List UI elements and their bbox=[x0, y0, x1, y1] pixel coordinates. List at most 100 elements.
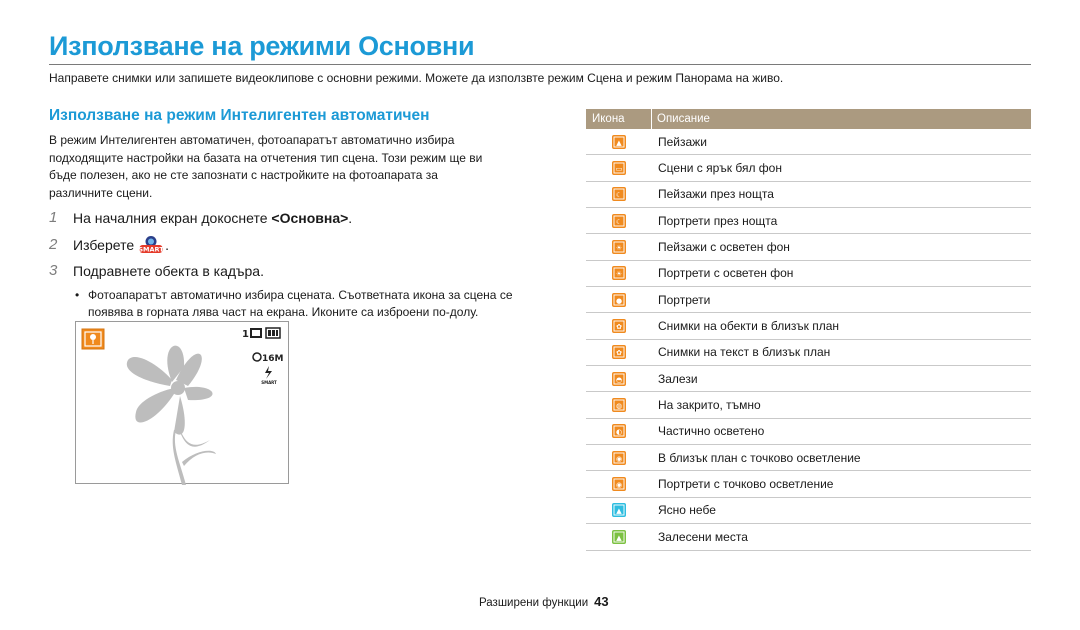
section-heading: Използване на режим Интелигентен автомат… bbox=[49, 107, 430, 124]
icon-cell: ▲ bbox=[586, 134, 652, 149]
table-row: ◉ Портрети с точково осветление bbox=[586, 471, 1031, 498]
description-cell: На закрито, тъмно bbox=[658, 398, 761, 413]
table-row: ▭ Сцени с ярък бял фон bbox=[586, 155, 1031, 182]
table-row: ▲ Залесени места bbox=[586, 524, 1031, 551]
svg-text:☀: ☀ bbox=[616, 244, 622, 252]
svg-text:▲: ▲ bbox=[616, 507, 622, 515]
svg-text:◐: ◐ bbox=[616, 428, 622, 436]
spotlight-portrait-icon: ◉ bbox=[612, 477, 626, 492]
icon-cell: ◉ bbox=[586, 477, 652, 492]
description-cell: Портрети с осветен фон bbox=[658, 266, 794, 281]
flash-label: SMART bbox=[261, 380, 277, 385]
step-1: 1 На началния екран докоснете <Основна>. bbox=[49, 209, 352, 226]
size-label: 16M bbox=[262, 354, 284, 364]
svg-text:▲: ▲ bbox=[616, 534, 622, 542]
scene-icon-table: Икона Описание ▲ Пейзажи ▭ Сцени с ярък бял… bbox=[586, 109, 1031, 551]
icon-cell: ◍ bbox=[586, 398, 652, 413]
step-2: 2 Изберете SMART . bbox=[49, 235, 170, 254]
table-row: ◐ Частично осветено bbox=[586, 419, 1031, 446]
table-row: ✿ Снимки на текст в близък план bbox=[586, 340, 1031, 367]
icon-cell: ◐ bbox=[586, 424, 652, 439]
table-body: ▲ Пейзажи ▭ Сцени с ярък бял фон ☾ Пейзажи пр… bbox=[586, 129, 1031, 551]
step-number: 1 bbox=[49, 209, 58, 226]
bullet-note: Фотоапаратът автоматично избира сцената.… bbox=[75, 287, 515, 321]
title-divider bbox=[49, 64, 1031, 65]
backlight-landscape-icon: ☀ bbox=[612, 240, 626, 255]
section-body: В режим Интелигентен автоматичен, фотоап… bbox=[49, 133, 483, 200]
page-title: Използване на режими Основни bbox=[49, 31, 475, 61]
svg-text:☾: ☾ bbox=[616, 218, 622, 226]
description-cell: Сцени с ярък бял фон bbox=[658, 161, 782, 176]
shots-remaining: 1 bbox=[242, 329, 249, 340]
partly-lit-icon: ◐ bbox=[612, 424, 626, 439]
svg-text:▭: ▭ bbox=[616, 165, 623, 173]
table-row: ◍ На закрито, тъмно bbox=[586, 392, 1031, 419]
icon-cell: ▲ bbox=[586, 529, 652, 544]
description-cell: Частично осветено bbox=[658, 424, 765, 439]
table-row: ☾ Пейзажи през нощта bbox=[586, 182, 1031, 209]
icon-cell: ☀ bbox=[586, 266, 652, 281]
description-cell: В близък план с точково осветление bbox=[658, 450, 861, 465]
page-number: 43 bbox=[594, 594, 609, 609]
intro-text: Направете снимки или запишете видеоклипо… bbox=[49, 71, 784, 85]
icon-cell: ▲ bbox=[586, 503, 652, 518]
svg-text:☾: ☾ bbox=[616, 191, 622, 199]
icon-cell: ● bbox=[586, 292, 652, 307]
page-footer: Разширени функции 43 bbox=[479, 594, 609, 609]
camera-screen-illustration: 1 16M SMART bbox=[81, 327, 284, 485]
description-cell: Залези bbox=[658, 371, 698, 386]
table-row: ◓ Залези bbox=[586, 366, 1031, 393]
table-row: ☀ Пейзажи с осветен фон bbox=[586, 234, 1031, 261]
step-text: Изберете bbox=[73, 236, 135, 253]
macro-text-icon: ✿ bbox=[612, 345, 626, 360]
step-3: 3 Подравнете обекта в кадъра. bbox=[49, 262, 264, 279]
table-row: ☀ Портрети с осветен фон bbox=[586, 261, 1031, 288]
svg-text:◓: ◓ bbox=[616, 376, 622, 384]
description-cell: Пейзажи с осветен фон bbox=[658, 240, 790, 255]
macro-flower-icon bbox=[81, 328, 105, 350]
description-cell: Снимки на текст в близък план bbox=[658, 345, 831, 360]
svg-text:▲: ▲ bbox=[616, 139, 622, 147]
night-portrait-icon: ☾ bbox=[612, 213, 626, 228]
icon-cell: ◓ bbox=[586, 371, 652, 386]
step-number: 2 bbox=[49, 236, 58, 253]
description-cell: Портрети през нощта bbox=[658, 213, 778, 228]
cloudy-icon: ◍ bbox=[612, 398, 626, 413]
backlight-portrait-icon: ☀ bbox=[612, 266, 626, 281]
svg-text:✿: ✿ bbox=[616, 323, 622, 331]
camera-screen-preview: 1 16M SMART bbox=[75, 321, 289, 485]
table-row: ◉ В близък план с точково осветление bbox=[586, 445, 1031, 472]
flash-icon bbox=[265, 366, 272, 379]
flower-silhouette bbox=[126, 345, 216, 485]
table-row: ☾ Портрети през нощта bbox=[586, 208, 1031, 235]
svg-text:☀: ☀ bbox=[616, 270, 622, 278]
smart-auto-icon: SMART bbox=[138, 235, 164, 254]
description-cell: Пейзажи през нощта bbox=[658, 187, 774, 202]
icon-cell: ✿ bbox=[586, 319, 652, 334]
step-text: Подравнете обекта в кадъра. bbox=[73, 262, 264, 279]
description-cell: Снимки на обекти в близък план bbox=[658, 319, 840, 334]
column-header-icon: Икона bbox=[586, 109, 652, 129]
spotlight-macro-icon: ◉ bbox=[612, 450, 626, 465]
icon-cell: ☀ bbox=[586, 240, 652, 255]
icon-cell: ✿ bbox=[586, 345, 652, 360]
step-number: 3 bbox=[49, 262, 58, 279]
table-header: Икона Описание bbox=[586, 109, 1031, 129]
table-row: ▲ Пейзажи bbox=[586, 129, 1031, 156]
description-cell: Портрети bbox=[658, 292, 711, 307]
step-bold-term: <Основна> bbox=[271, 209, 349, 226]
icon-cell: ▭ bbox=[586, 161, 652, 176]
landscape-icon: ▲ bbox=[612, 134, 626, 149]
svg-text:◉: ◉ bbox=[616, 481, 622, 489]
svg-text:✿: ✿ bbox=[616, 349, 622, 357]
icon-cell: ☾ bbox=[586, 213, 652, 228]
description-cell: Ясно небе bbox=[658, 503, 716, 518]
svg-text:◉: ◉ bbox=[616, 455, 622, 463]
column-header-description: Описание bbox=[657, 113, 710, 125]
night-landscape-icon: ☾ bbox=[612, 187, 626, 202]
svg-text:◍: ◍ bbox=[616, 402, 622, 410]
table-row: ✿ Снимки на обекти в близък план bbox=[586, 313, 1031, 340]
clear-sky-icon: ▲ bbox=[612, 503, 626, 518]
description-cell: Портрети с точково осветление bbox=[658, 477, 834, 492]
svg-text:●: ● bbox=[616, 297, 622, 305]
